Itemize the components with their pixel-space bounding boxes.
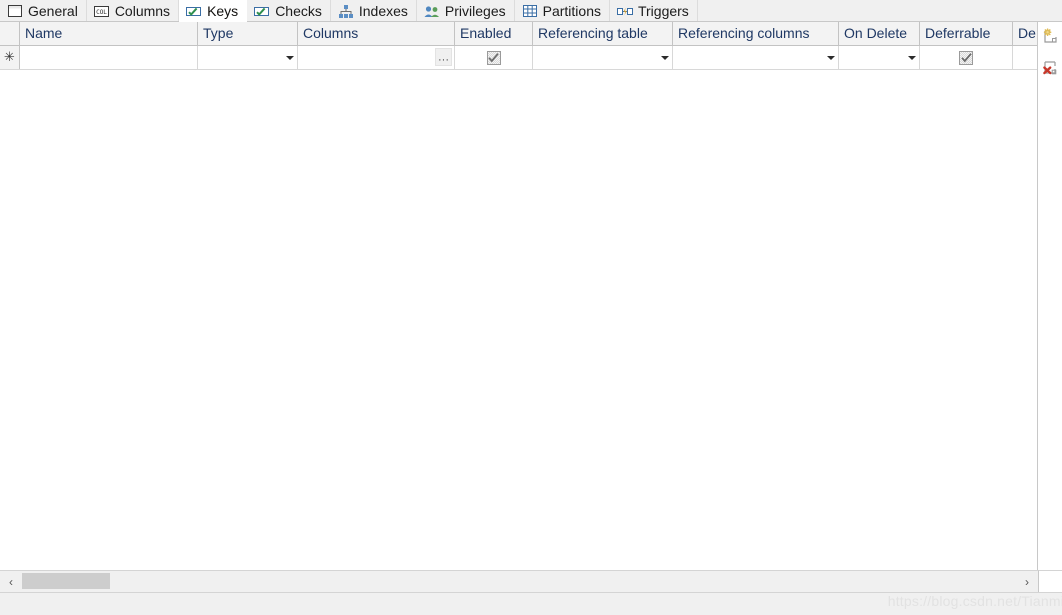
asterisk-icon: ✳: [4, 50, 15, 65]
grid-header-enabled[interactable]: Enabled: [455, 22, 533, 45]
tab-label: Indexes: [358, 3, 408, 19]
scrollbar-corner: [1038, 570, 1062, 592]
tab-triggers[interactable]: Triggers: [609, 0, 698, 22]
keys-grid: Name Type Columns Enabled Referencing ta…: [0, 22, 1038, 570]
cell-type[interactable]: [198, 46, 298, 69]
grid-header-row: Name Type Columns Enabled Referencing ta…: [0, 22, 1037, 46]
cell-referencing-columns[interactable]: [673, 46, 839, 69]
enabled-checkbox[interactable]: [486, 50, 501, 65]
cell-enabled[interactable]: [455, 46, 533, 69]
tab-label: Partitions: [542, 3, 601, 19]
tab-label: Privileges: [444, 3, 506, 19]
chevron-down-icon[interactable]: [908, 55, 916, 60]
scroll-left-arrow-icon[interactable]: ‹: [0, 571, 22, 592]
grid-header-referencing-table[interactable]: Referencing table: [533, 22, 673, 45]
scroll-right-arrow-icon[interactable]: ›: [1016, 571, 1038, 592]
tab-label: General: [28, 3, 78, 19]
tab-label: Triggers: [637, 3, 689, 19]
index-tree-icon: [338, 4, 354, 18]
scroll-thumb[interactable]: [22, 573, 110, 589]
tab-label: Checks: [275, 3, 322, 19]
chevron-down-icon[interactable]: [661, 55, 669, 60]
chevron-down-icon[interactable]: [827, 55, 835, 60]
table-editor-window: General COL Columns Keys Checks Indexes …: [0, 0, 1062, 615]
key-check-icon: [186, 4, 202, 18]
tab-label: Keys: [207, 3, 239, 19]
grid-empty-area: [0, 70, 1037, 569]
window-icon: [7, 4, 23, 18]
users-icon: [424, 4, 440, 18]
grid-header-referencing-columns[interactable]: Referencing columns: [673, 22, 839, 45]
tab-general[interactable]: General: [0, 0, 87, 22]
deferrable-checkbox[interactable]: [959, 50, 973, 65]
scroll-track[interactable]: [22, 571, 1016, 592]
grid-header-deferred[interactable]: De: [1013, 22, 1037, 45]
horizontal-scrollbar[interactable]: ‹ ›: [0, 570, 1038, 592]
grid-header-columns[interactable]: Columns: [298, 22, 455, 45]
tab-checks[interactable]: Checks: [247, 0, 331, 22]
grid-header-type[interactable]: Type: [198, 22, 298, 45]
grid-header-name[interactable]: Name: [20, 22, 198, 45]
new-row-indicator[interactable]: ✳: [0, 46, 20, 69]
watermark-text: https://blog.csdn.net/Tianmi: [887, 593, 1062, 609]
column-icon: COL: [94, 4, 110, 18]
grid-header-rowindicator: [0, 22, 20, 45]
cell-on-delete[interactable]: [839, 46, 920, 69]
ellipsis-button[interactable]: ···: [435, 48, 452, 66]
grid-header-on-delete[interactable]: On Delete: [839, 22, 920, 45]
grid-header-deferrable[interactable]: Deferrable: [920, 22, 1013, 45]
cell-columns[interactable]: ···: [298, 46, 455, 69]
svg-text:COL: COL: [96, 9, 107, 16]
tab-keys[interactable]: Keys: [179, 0, 248, 22]
tab-partitions[interactable]: Partitions: [514, 0, 610, 22]
new-row-icon[interactable]: [1040, 26, 1061, 47]
check-box-icon: [254, 4, 270, 18]
trigger-icon: [616, 4, 633, 18]
cell-deferrable[interactable]: [920, 46, 1013, 69]
table-row[interactable]: ✳ ···: [0, 46, 1037, 70]
tab-label: Columns: [114, 3, 171, 19]
tab-indexes[interactable]: Indexes: [330, 0, 417, 22]
table-icon: [522, 4, 538, 18]
tab-bar: General COL Columns Keys Checks Indexes …: [0, 0, 1062, 22]
tab-columns[interactable]: COL Columns: [86, 0, 180, 22]
cell-name[interactable]: [20, 46, 198, 69]
chevron-down-icon[interactable]: [286, 55, 294, 60]
cell-deferred[interactable]: [1013, 46, 1037, 69]
tab-privileges[interactable]: Privileges: [416, 0, 515, 22]
grid-side-toolbar: [1039, 22, 1062, 570]
delete-row-icon[interactable]: [1040, 58, 1061, 79]
cell-referencing-table[interactable]: [533, 46, 673, 69]
